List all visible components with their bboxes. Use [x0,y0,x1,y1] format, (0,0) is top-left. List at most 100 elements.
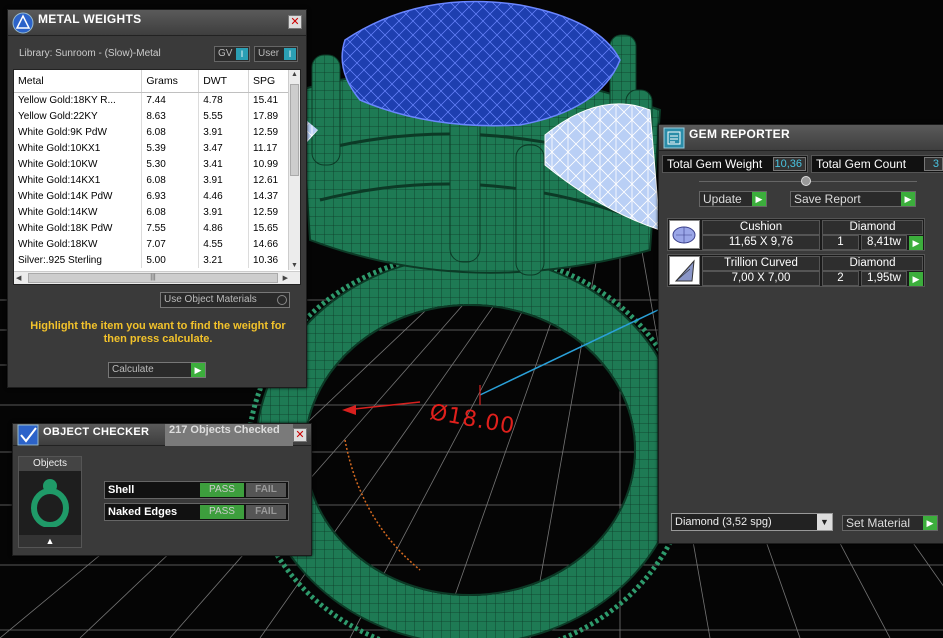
table-cell: 12.59 [248,124,289,140]
table-cell: 14.37 [248,188,289,204]
metal-table-vscrollbar[interactable]: ▲ ▼ [288,70,300,270]
checkmark-logo-icon [17,424,39,446]
table-cell: 4.86 [198,220,250,236]
pass-badge[interactable]: PASS [200,505,244,519]
metal-table-hscrollbar[interactable]: ◀ ||| ▶ [14,271,300,284]
table-cell: White Gold:9K PdW [14,124,143,140]
ring-model [245,0,695,638]
user-toggle[interactable]: User I [254,46,298,62]
cushion-gem-icon [669,220,700,249]
table-cell: 6.08 [141,124,200,140]
fail-badge[interactable]: FAIL [246,505,286,519]
gv-toggle[interactable]: GV I [214,46,250,62]
table-row[interactable]: White Gold:9K PdW 6.08 3.91 12.59 [14,124,289,140]
update-label: Update [703,192,742,206]
update-button[interactable]: Update ▶ [699,191,767,207]
object-checker-title: OBJECT CHECKER [43,426,150,438]
use-object-materials-toggle[interactable]: Use Object Materials [160,292,290,308]
column-header-metal[interactable]: Metal [14,70,143,93]
table-cell: 6.93 [141,188,200,204]
table-cell: Yellow Gold:22KY [14,108,143,124]
gem-weight: 8,41tw [861,235,907,250]
table-cell: 3.41 [198,156,250,172]
table-row[interactable]: Yellow Gold:18KY R... 7.44 4.78 15.41 [14,92,289,108]
table-cell: 5.30 [141,156,200,172]
table-row[interactable]: Yellow Gold:22KY 8.63 5.55 17.89 [14,108,289,124]
table-cell: White Gold:18K PdW [14,220,143,236]
table-row[interactable]: White Gold:14KX1 6.08 3.91 12.61 [14,172,289,188]
vscroll-thumb[interactable] [290,84,299,176]
objects-thumbnail-box[interactable]: Objects ▲ [18,456,82,548]
gem-reporter-title: GEM REPORTER [689,127,790,141]
calculate-hint: Highlight the item you want to find the … [30,320,286,345]
fail-badge[interactable]: FAIL [246,483,286,497]
table-row[interactable]: Silver:.925 Sterling 5.00 3.21 10.36 [14,252,289,268]
gem-material: Diamond [822,256,923,271]
scroll-up-icon[interactable]: ▲ [291,71,298,78]
table-cell: 3.47 [198,140,250,156]
slider-handle-icon[interactable] [801,176,811,186]
close-icon[interactable]: ✕ [293,428,307,442]
play-arrow-icon: ▶ [923,516,937,530]
gem-row[interactable]: Trillion Curved Diamond 7,00 X 7,00 2 1,… [667,254,925,287]
table-cell: White Gold:14K PdW [14,188,143,204]
table-row[interactable]: White Gold:18KW 7.07 4.55 14.66 [14,236,289,252]
total-gem-weight: Total Gem Weight 10,36 [662,155,808,173]
material-select-value: Diamond (3,52 spg) [675,516,772,528]
total-gem-count-label: Total Gem Count [816,157,907,171]
play-arrow-icon[interactable]: ▶ [909,272,923,286]
table-cell: 15.41 [248,92,289,108]
table-cell: 12.61 [248,172,289,188]
table-cell: 7.44 [141,92,200,108]
play-arrow-icon: ▶ [191,363,205,377]
gem-row[interactable]: Cushion Diamond 11,65 X 9,76 1 8,41tw ▶ [667,218,925,251]
table-cell: 12.59 [248,204,289,220]
column-header-spg[interactable]: SPG [248,70,289,93]
scroll-down-icon[interactable]: ▼ [291,262,298,269]
table-cell: 5.55 [198,108,250,124]
scroll-left-icon[interactable]: ◀ [16,274,21,282]
check-name: Shell [108,484,135,496]
table-cell: White Gold:10KX1 [14,140,143,156]
metal-weights-title: METAL WEIGHTS [38,12,142,26]
table-cell: 17.89 [248,108,289,124]
column-header-grams[interactable]: Grams [141,70,200,93]
pass-badge[interactable]: PASS [200,483,244,497]
table-cell: 6.08 [141,204,200,220]
metal-weights-titlebar[interactable]: METAL WEIGHTS ✕ [8,10,306,36]
table-cell: 4.55 [198,236,250,252]
gem-reporter-titlebar[interactable]: GEM REPORTER [659,125,943,151]
object-checker-titlebar[interactable]: OBJECT CHECKER 217 Objects Checked ✕ [13,424,311,446]
metal-table: Metal Grams DWT SPG Yellow Gold:18KY R..… [14,70,289,268]
table-cell: 14.66 [248,236,289,252]
table-row[interactable]: White Gold:10KX1 5.39 3.47 11.17 [14,140,289,156]
table-cell: Silver:.925 Sterling [14,252,143,268]
table-row[interactable]: White Gold:10KW 5.30 3.41 10.99 [14,156,289,172]
table-row[interactable]: White Gold:14K PdW 6.93 4.46 14.37 [14,188,289,204]
table-row[interactable]: White Gold:14KW 6.08 3.91 12.59 [14,204,289,220]
play-arrow-icon: ▶ [901,192,915,206]
save-report-label: Save Report [794,192,861,206]
metal-weights-panel: METAL WEIGHTS ✕ Library: Sunroom - (Slow… [7,9,307,388]
table-cell: Yellow Gold:18KY R... [14,92,143,108]
play-arrow-icon[interactable]: ▶ [909,236,923,250]
gv-toggle-knob: I [236,48,248,60]
app-logo-icon [12,12,34,34]
hscroll-thumb[interactable]: ||| [28,273,278,283]
set-material-button[interactable]: Set Material ▶ [842,515,938,531]
material-select[interactable]: Diamond (3,52 spg) ▼ [671,513,833,531]
save-report-button[interactable]: Save Report ▶ [790,191,916,207]
expand-arrow-icon[interactable]: ▲ [19,535,81,547]
total-gem-weight-value: 10,36 [773,157,806,171]
close-icon[interactable]: ✕ [288,15,302,29]
check-name: Naked Edges [108,506,178,518]
table-cell: 10.99 [248,156,289,172]
scroll-right-icon[interactable]: ▶ [283,274,288,282]
table-row[interactable]: White Gold:18K PdW 7.55 4.86 15.65 [14,220,289,236]
calculate-button[interactable]: Calculate ▶ [108,362,206,378]
gem-cut: Trillion Curved [702,256,820,271]
calculate-label: Calculate [112,364,154,375]
table-cell: 7.07 [141,236,200,252]
trillion-gem-icon [669,256,700,285]
column-header-dwt[interactable]: DWT [198,70,250,93]
